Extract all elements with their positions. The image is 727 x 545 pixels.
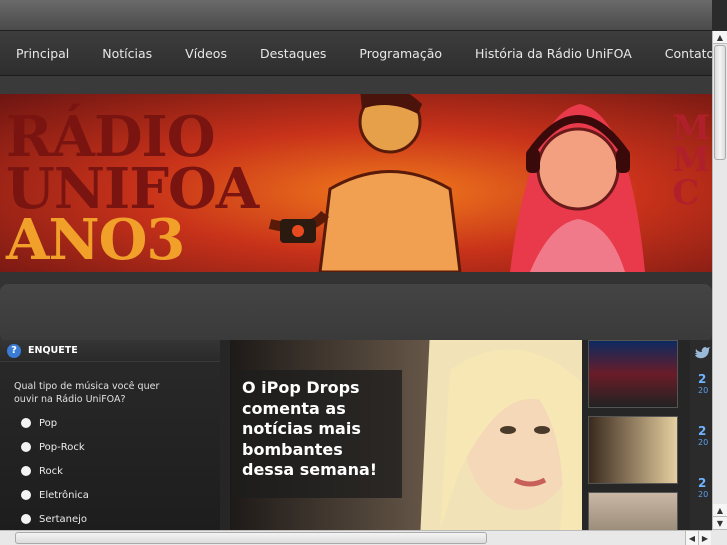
scroll-down-icon[interactable]: ▼ [713,517,727,530]
nav-item-noticias[interactable]: Notícias [102,46,152,61]
slide-thumbnails [588,340,680,530]
poll-option-rock[interactable]: Rock [13,464,220,478]
header-banner: RÁDIO UNIFOA ANO3 M M C [0,94,712,272]
poll-option-label: Rock [39,465,63,477]
radio-button[interactable] [21,466,31,476]
thumbnail-2[interactable] [588,416,678,484]
scroll-up-icon[interactable]: ▲ [713,504,727,517]
radio-button[interactable] [21,442,31,452]
content-area: ? ENQUETE Qual tipo de música você quer … [0,340,712,530]
twitter-feed: 2 20 2 20 2 20 [690,340,712,530]
banner-line-3: ANO3 [6,207,185,272]
banner-illustration-man [268,94,462,272]
headline-line: O iPop Drops [242,378,360,397]
tweet-date-sub: 20 [698,438,709,447]
banner-bottom-strip [0,284,712,342]
main-nav: Principal Notícias Vídeos Destaques Prog… [0,31,712,76]
poll-panel: ? ENQUETE Qual tipo de música você quer … [0,340,220,530]
tweet-date-sub: 20 [698,386,709,395]
featured-headline: O iPop Drops comenta as notícias mais bo… [232,370,402,498]
radio-button[interactable] [21,418,31,428]
scroll-left-icon[interactable]: ◀ [685,531,698,545]
nav-spacer [0,76,712,94]
tweet-date-day: 2 [698,424,707,438]
vertical-scrollbar[interactable]: ▲ ▲ ▼ [712,31,727,530]
banner-logo: RÁDIO UNIFOA ANO3 [6,109,259,272]
poll-question: Qual tipo de música você quer ouvir na R… [14,381,160,405]
nav-item-destaques[interactable]: Destaques [260,46,326,61]
nav-item-videos[interactable]: Vídeos [185,46,227,61]
scroll-down-buttons: ▲ ▼ [713,504,727,530]
top-bar [0,0,712,31]
poll-option-label: Eletrônica [39,489,89,501]
thumbnail-3[interactable] [588,492,678,530]
scroll-right-icon[interactable]: ▶ [698,531,711,545]
radio-button[interactable] [21,490,31,500]
nav-item-programacao[interactable]: Programação [359,46,442,61]
poll-option-label: Pop-Rock [39,441,85,453]
headline-line: dessa semana! [242,460,378,479]
twitter-bird-icon [695,347,710,359]
question-icon: ? [7,343,21,358]
poll-option-sertanejo[interactable]: Sertanejo [13,512,220,526]
nav-item-contato[interactable]: Contato [665,46,712,61]
tweet-date-day: 2 [698,372,707,386]
poll-option-label: Pop [39,417,58,429]
scroll-up-icon[interactable]: ▲ [713,31,727,44]
poll-header: ? ENQUETE [0,340,220,362]
poll-option-eletronica[interactable]: Eletrônica [13,488,220,502]
radio-button[interactable] [21,514,31,524]
featured-image [420,340,582,530]
thumbnail-1[interactable] [588,340,678,408]
headline-line: bombantes [242,439,343,459]
headline-line: notícias mais [242,419,361,438]
tweet-date-sub: 20 [698,490,709,499]
horizontal-scroll-thumb[interactable] [15,532,487,544]
vertical-scroll-thumb[interactable] [714,45,726,160]
nav-item-historia[interactable]: História da Rádio UniFOA [475,46,632,61]
page-viewport: Principal Notícias Vídeos Destaques Prog… [0,0,712,530]
horizontal-scrollbar[interactable]: ◀ ▶ [0,530,712,545]
featured-slide[interactable]: O iPop Drops comenta as notícias mais bo… [230,340,582,530]
poll-option-label: Sertanejo [39,513,88,525]
tweet-date-day: 2 [698,476,707,490]
poll-option-pop[interactable]: Pop [13,416,220,430]
poll-title: ENQUETE [28,345,78,356]
banner-right-text: M M C [672,108,710,213]
poll-option-pop-rock[interactable]: Pop-Rock [13,440,220,454]
headline-line: comenta as [242,398,346,418]
scrollbar-corner [712,530,727,545]
nav-item-principal[interactable]: Principal [16,46,69,61]
banner-illustration-woman [510,104,645,272]
